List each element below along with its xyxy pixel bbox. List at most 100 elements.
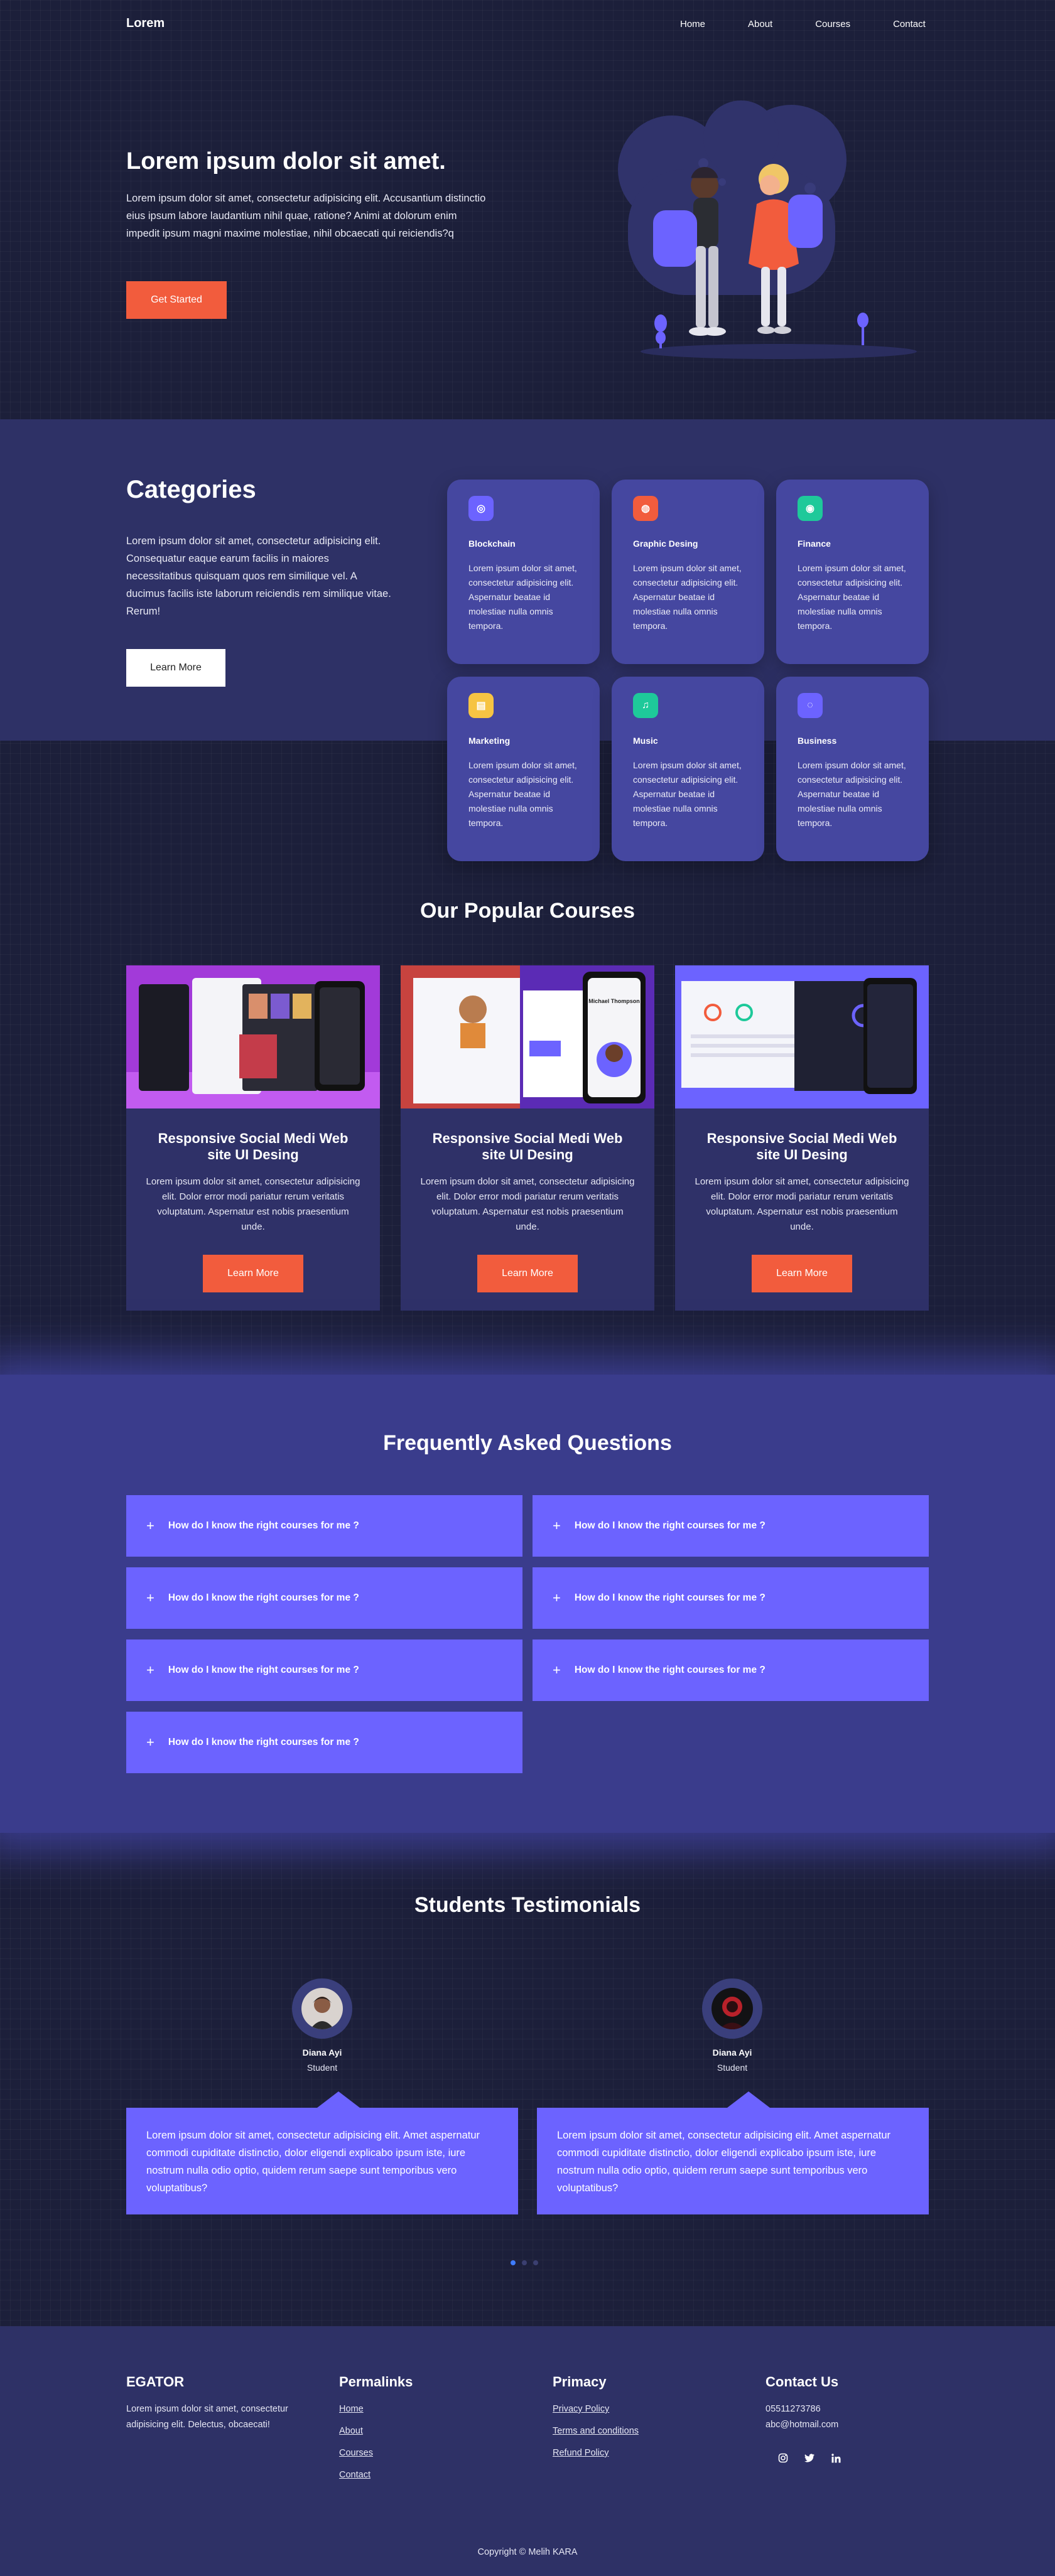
faq-question[interactable]: + How do I know the right courses for me…: [533, 1640, 929, 1701]
faq-question-text: How do I know the right courses for me ?: [168, 1592, 359, 1603]
footer-contact-column: Contact Us 05511273786 abc@hotmail.com: [766, 2374, 929, 2466]
course-title: Responsive Social Medi Web site UI Desin…: [432, 1130, 623, 1162]
course-thumbnail: [126, 965, 380, 1108]
learn-more-button[interactable]: Learn More: [126, 649, 225, 687]
footer-permalinks-column: Permalinks Home About Courses Contact: [339, 2374, 502, 2489]
course-thumbnail: [675, 965, 929, 1108]
faq-question-text: How do I know the right courses for me ?: [574, 1592, 766, 1603]
category-name: Finance: [798, 539, 831, 549]
plus-icon: +: [553, 1662, 561, 1678]
plus-icon: +: [146, 1518, 154, 1533]
footer-link-home[interactable]: Home: [339, 2402, 502, 2417]
footer-link-contact[interactable]: Contact: [339, 2467, 502, 2483]
faq-question[interactable]: + How do I know the right courses for me…: [533, 1495, 929, 1557]
category-name: Graphic Desing: [633, 539, 698, 549]
category-card-finance[interactable]: ◉ Finance Lorem ipsum dolor sit amet, co…: [776, 480, 929, 664]
faq-question[interactable]: + How do I know the right courses for me…: [533, 1567, 929, 1629]
chart-icon: ▤: [468, 693, 494, 718]
nav-link-contact[interactable]: Contact: [893, 19, 926, 30]
category-name: Marketing: [468, 736, 511, 746]
faq-question[interactable]: + How do I know the right courses for me…: [126, 1567, 522, 1629]
courses-title: Our Popular Courses: [420, 899, 635, 923]
faq-question[interactable]: + How do I know the right courses for me…: [126, 1640, 522, 1701]
palette-icon: ◍: [633, 496, 658, 521]
nav-link-home[interactable]: Home: [680, 19, 705, 30]
hero-illustration: [618, 100, 917, 359]
category-name: Blockchain: [468, 539, 516, 549]
category-card-marketing[interactable]: ▤ Marketing Lorem ipsum dolor sit amet, …: [447, 677, 600, 861]
footer-contact-title: Contact Us: [766, 2374, 839, 2390]
footer-link-about[interactable]: About: [339, 2423, 502, 2439]
footer-permalinks-title: Permalinks: [339, 2374, 413, 2390]
bitcoin-icon: ◎: [468, 496, 494, 521]
music-icon: ♫: [633, 693, 658, 718]
category-card-music[interactable]: ♫ Music Lorem ipsum dolor sit amet, cons…: [612, 677, 764, 861]
category-name: Business: [798, 736, 837, 746]
category-name: Music: [633, 736, 658, 746]
category-card-business[interactable]: ◌ Business Lorem ipsum dolor sit amet, c…: [776, 677, 929, 861]
dollar-icon: ◉: [798, 496, 823, 521]
category-description: Lorem ipsum dolor sit amet, consectetur …: [633, 760, 742, 828]
hero-text: Lorem ipsum dolor sit amet, consectetur …: [126, 193, 486, 239]
plus-icon: +: [146, 1662, 154, 1678]
category-card-blockchain[interactable]: ◎ Blockchain Lorem ipsum dolor sit amet,…: [447, 480, 600, 664]
faq-question-text: How do I know the right courses for me ?: [168, 1520, 359, 1531]
course-learn-more-button[interactable]: Learn More: [752, 1255, 852, 1292]
hero-title: Lorem ipsum dolor sit amet.: [126, 148, 446, 174]
linkedin-icon[interactable]: [828, 2450, 843, 2466]
category-description: Lorem ipsum dolor sit amet, consectetur …: [468, 760, 577, 828]
footer-link-privacy[interactable]: Privacy Policy: [553, 2402, 716, 2417]
course-title: Responsive Social Medi Web site UI Desin…: [706, 1130, 897, 1162]
footer-link-courses[interactable]: Courses: [339, 2445, 502, 2461]
footer-primacy-column: Primacy Privacy Policy Terms and conditi…: [553, 2374, 716, 2467]
copyright: Copyright © Melih KARA: [477, 2547, 578, 2557]
category-description: Lorem ipsum dolor sit amet, consectetur …: [633, 563, 742, 631]
carousel-dots: [511, 2260, 538, 2265]
footer-link-terms[interactable]: Terms and conditions: [553, 2423, 716, 2439]
testimonial-text: Lorem ipsum dolor sit amet, consectetur …: [126, 2108, 518, 2214]
faq-question-text: How do I know the right courses for me ?: [168, 1737, 359, 1747]
category-card-graphic-design[interactable]: ◍ Graphic Desing Lorem ipsum dolor sit a…: [612, 480, 764, 664]
footer-brand: EGATOR: [126, 2374, 185, 2390]
testimonial-text: Lorem ipsum dolor sit amet, consectetur …: [537, 2108, 929, 2214]
get-started-button[interactable]: Get Started: [126, 281, 227, 319]
student-photo: [301, 1988, 343, 2029]
avatar: [702, 1978, 762, 2039]
testimonial-role: Student: [306, 2063, 338, 2073]
course-description: Lorem ipsum dolor sit amet, consectetur …: [420, 1176, 635, 1232]
testimonials-title: Students Testimonials: [414, 1893, 641, 1917]
instagram-icon[interactable]: [776, 2450, 791, 2466]
avatar: [292, 1978, 352, 2039]
testimonial-pointer: [317, 2091, 360, 2108]
course-card: Responsive Social Medi Web site UI Desin…: [126, 965, 380, 1311]
course-description: Lorem ipsum dolor sit amet, consectetur …: [146, 1176, 360, 1232]
plus-icon: +: [146, 1734, 154, 1750]
nav-link-about[interactable]: About: [748, 19, 772, 30]
student-photo: [711, 1988, 753, 2029]
footer-link-refund[interactable]: Refund Policy: [553, 2445, 716, 2461]
testimonial-name: Diana Ayi: [302, 2047, 342, 2058]
footer-phone: 05511273786: [766, 2404, 821, 2414]
faq-question[interactable]: + How do I know the right courses for me…: [126, 1495, 522, 1557]
mockup-heading: Michael Thompson: [588, 998, 640, 1004]
carousel-dot[interactable]: [533, 2260, 538, 2265]
footer-brand-column: EGATOR Lorem ipsum dolor sit amet, conse…: [126, 2374, 289, 2433]
carousel-dot[interactable]: [511, 2260, 516, 2265]
course-card: Michael Thompson Responsive Social Medi …: [401, 965, 654, 1311]
briefcase-icon: ◌: [798, 693, 823, 718]
footer-email[interactable]: abc@hotmail.com: [766, 2417, 929, 2433]
footer-primacy-title: Primacy: [553, 2374, 607, 2390]
course-learn-more-button[interactable]: Learn More: [477, 1255, 578, 1292]
course-description: Lorem ipsum dolor sit amet, consectetur …: [695, 1176, 909, 1232]
twitter-icon[interactable]: [802, 2450, 817, 2466]
social-links: [776, 2450, 929, 2466]
footer-brand-text: Lorem ipsum dolor sit amet, consectetur …: [126, 2404, 288, 2430]
faq-question-text: How do I know the right courses for me ?: [574, 1520, 766, 1531]
categories-text: Lorem ipsum dolor sit amet, consectetur …: [126, 535, 391, 617]
carousel-dot[interactable]: [522, 2260, 527, 2265]
site-logo[interactable]: Lorem: [126, 16, 165, 31]
nav-link-courses[interactable]: Courses: [815, 19, 850, 30]
faq-question[interactable]: + How do I know the right courses for me…: [126, 1712, 522, 1773]
faq-question-text: How do I know the right courses for me ?: [168, 1665, 359, 1675]
course-learn-more-button[interactable]: Learn More: [203, 1255, 303, 1292]
